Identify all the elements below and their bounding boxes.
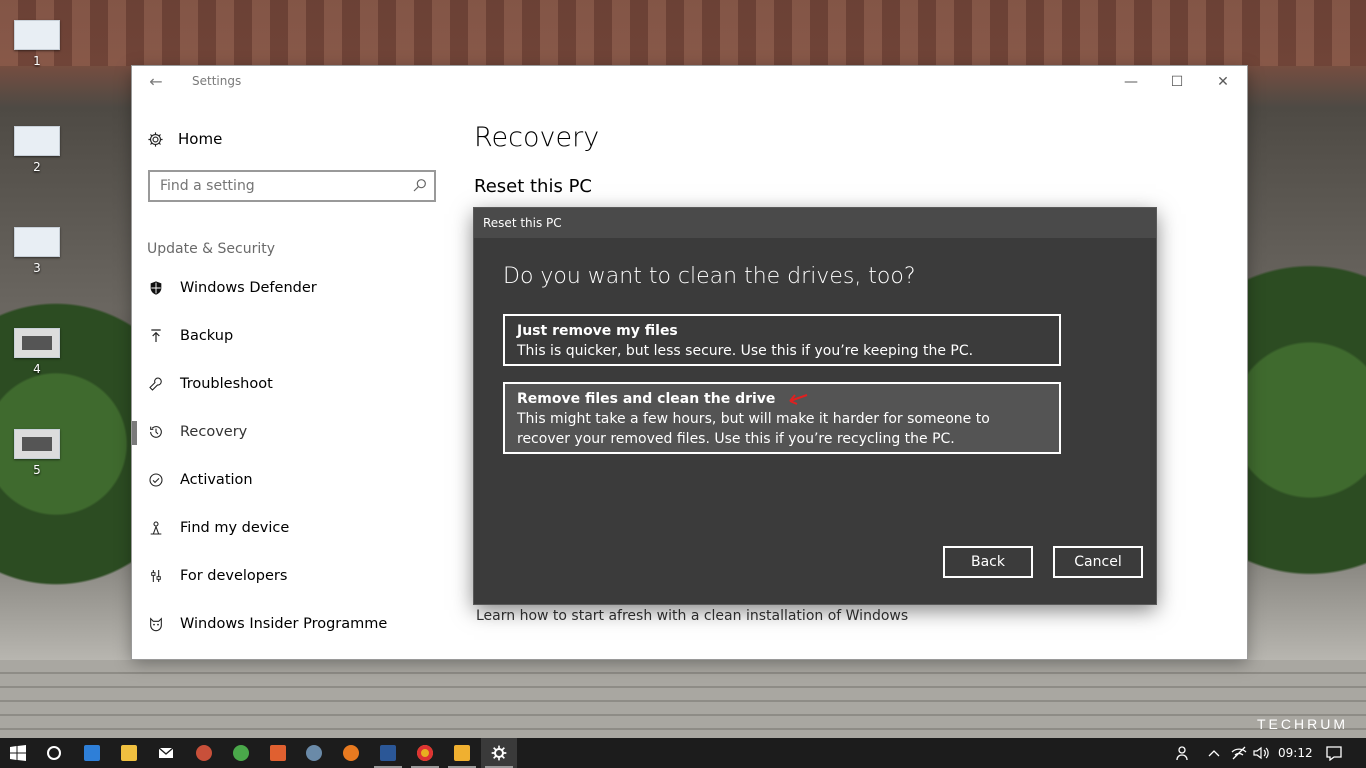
sidebar-item-windows-defender[interactable]: Windows Defender xyxy=(132,264,452,312)
cortana-icon[interactable] xyxy=(36,738,72,768)
cancel-button[interactable]: Cancel xyxy=(1053,546,1143,578)
gear-icon xyxy=(148,131,163,147)
shield-icon xyxy=(147,280,164,297)
reset-dialog: Reset this PC Do you want to clean the d… xyxy=(474,208,1156,604)
desktop-icon-label: 2 xyxy=(33,160,41,174)
minimize-button[interactable]: — xyxy=(1108,70,1154,94)
desktop-wallpaper-roof xyxy=(0,0,1366,66)
sidebar-item-recovery[interactable]: Recovery xyxy=(132,408,452,456)
sidebar-item-label: Recovery xyxy=(180,424,248,440)
sidebar-item-windows-insider[interactable]: Windows Insider Programme xyxy=(132,600,452,648)
desktop-icon[interactable]: 3 xyxy=(12,227,62,275)
wrench-icon xyxy=(147,376,164,393)
sidebar-nav: Windows Defender Backup Troubleshoot Rec… xyxy=(132,264,452,648)
home-link[interactable]: Home xyxy=(147,130,222,148)
option-description: This is quicker, but less secure. Use th… xyxy=(517,343,974,359)
option-description: This might take a few hours, but will ma… xyxy=(517,411,990,447)
person-pin-icon xyxy=(147,520,164,537)
sidebar-item-backup[interactable]: Backup xyxy=(132,312,452,360)
check-circle-icon xyxy=(147,472,164,489)
chrome-icon[interactable] xyxy=(407,738,443,768)
search-icon[interactable] xyxy=(412,177,428,193)
option-title: Just remove my files xyxy=(517,323,678,339)
desktop-icon[interactable]: 2 xyxy=(12,126,62,174)
taskbar-clock[interactable]: 09:12 xyxy=(1278,746,1313,760)
gotv-icon[interactable] xyxy=(74,738,110,768)
mail-icon[interactable] xyxy=(148,738,184,768)
people-icon[interactable] xyxy=(1174,738,1194,768)
desktop-wallpaper-plant xyxy=(1226,260,1366,660)
insider-cat-icon xyxy=(147,616,164,633)
sidebar-item-activation[interactable]: Activation xyxy=(132,456,452,504)
desktop-icon-label: 3 xyxy=(33,261,41,275)
app-icon-2[interactable] xyxy=(223,738,259,768)
desktop-icon-label: 4 xyxy=(33,362,41,376)
desktop-icon[interactable]: 5 xyxy=(12,429,62,477)
desktop-icon-thumbnail xyxy=(14,328,60,358)
desktop-icon[interactable]: 1 xyxy=(12,20,62,68)
word-icon[interactable] xyxy=(370,738,406,768)
desktop-wallpaper-steps xyxy=(0,660,1366,738)
page-title: Recovery xyxy=(474,122,600,153)
desktop-icon-thumbnail xyxy=(14,20,60,50)
action-center-icon[interactable] xyxy=(1324,738,1344,768)
desktop-icon-thumbnail xyxy=(14,227,60,257)
history-icon xyxy=(147,424,164,441)
watermark: TECHRUM xyxy=(1257,716,1348,732)
app-icon-1[interactable] xyxy=(186,738,222,768)
desktop-icon-label: 1 xyxy=(33,54,41,68)
option-remove-and-clean[interactable]: Remove files and clean the drive This mi… xyxy=(503,382,1061,454)
wifi-icon[interactable] xyxy=(1230,738,1248,768)
option-just-remove-files[interactable]: Just remove my files This is quicker, bu… xyxy=(503,314,1061,366)
app-icon-3[interactable] xyxy=(260,738,296,768)
search-box[interactable] xyxy=(148,170,436,202)
file-explorer-icon[interactable] xyxy=(111,738,147,768)
section-heading: Reset this PC xyxy=(474,176,592,197)
settings-icon[interactable] xyxy=(481,738,517,768)
sidebar-item-label: Windows Defender xyxy=(180,280,317,296)
search-input[interactable] xyxy=(150,172,400,200)
back-button[interactable]: Back xyxy=(943,546,1033,578)
sidebar-item-for-developers[interactable]: For developers xyxy=(132,552,452,600)
media-player-icon[interactable] xyxy=(444,738,480,768)
sidebar-item-label: Activation xyxy=(180,472,253,488)
desktop-icon-label: 5 xyxy=(33,463,41,477)
title-bar[interactable]: ← Settings — ☐ ✕ xyxy=(132,66,1247,98)
maximize-button[interactable]: ☐ xyxy=(1154,70,1200,94)
app-icon-4[interactable] xyxy=(296,738,332,768)
home-label: Home xyxy=(178,130,223,148)
option-title: Remove files and clean the drive xyxy=(517,391,776,407)
close-button[interactable]: ✕ xyxy=(1200,70,1246,94)
sidebar-item-label: Backup xyxy=(180,328,234,344)
back-arrow-icon[interactable]: ← xyxy=(146,72,166,92)
sidebar-item-troubleshoot[interactable]: Troubleshoot xyxy=(132,360,452,408)
desktop-icon[interactable]: 4 xyxy=(12,328,62,376)
taskbar: 09:12 xyxy=(0,738,1366,768)
chevron-up-icon[interactable] xyxy=(1206,738,1222,768)
dialog-title: Reset this PC xyxy=(474,208,1156,238)
section-label: Update & Security xyxy=(147,241,276,257)
sidebar-item-label: Troubleshoot xyxy=(180,376,273,392)
sidebar-item-label: Windows Insider Programme xyxy=(180,616,388,632)
sidebar-item-label: Find my device xyxy=(180,520,290,536)
sidebar-item-find-my-device[interactable]: Find my device xyxy=(132,504,452,552)
firefox-icon[interactable] xyxy=(333,738,369,768)
arrow-pointer-icon xyxy=(789,394,808,405)
learn-more-link[interactable]: Learn how to start afresh with a clean i… xyxy=(476,608,908,624)
backup-arrow-icon xyxy=(147,328,164,345)
window-title: Settings xyxy=(192,74,242,88)
desktop-icon-thumbnail xyxy=(14,126,60,156)
dialog-heading: Do you want to clean the drives, too? xyxy=(503,264,916,289)
desktop-icon-thumbnail xyxy=(14,429,60,459)
sidebar-item-label: For developers xyxy=(180,568,288,584)
developer-sliders-icon xyxy=(147,568,164,585)
start-icon[interactable] xyxy=(0,738,36,768)
volume-icon[interactable] xyxy=(1252,738,1270,768)
